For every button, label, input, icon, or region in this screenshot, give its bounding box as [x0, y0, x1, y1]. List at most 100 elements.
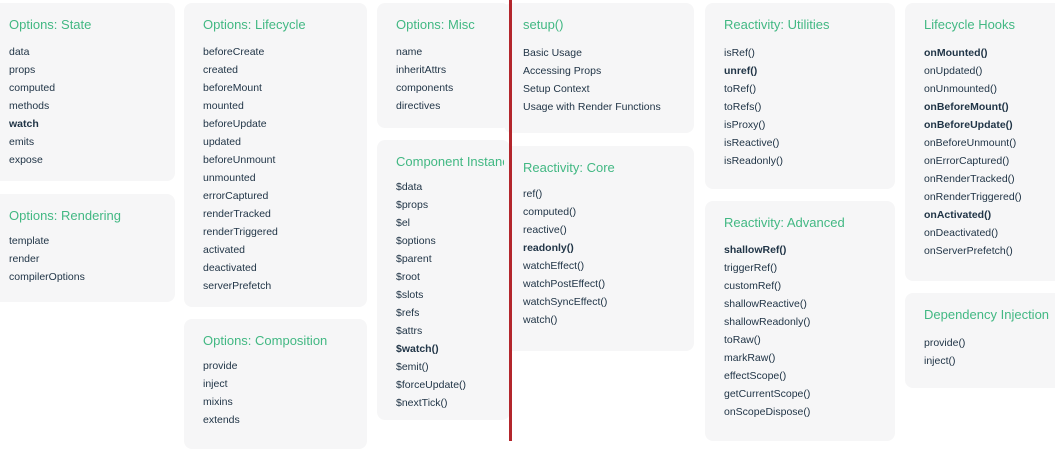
card-options-state: Options: State data props computed metho… [0, 3, 175, 181]
api-link-is-ref[interactable]: isRef() [724, 47, 755, 59]
api-link-components[interactable]: components [396, 82, 453, 94]
api-link-watch-sync-effect[interactable]: watchSyncEffect() [523, 296, 607, 308]
api-link-watch[interactable]: $watch() [396, 343, 439, 355]
api-link-watch[interactable]: watch() [523, 314, 557, 326]
api-link-data[interactable]: data [9, 46, 29, 58]
api-link-on-scope-dispose[interactable]: onScopeDispose() [724, 406, 810, 418]
api-link-on-updated[interactable]: onUpdated() [924, 65, 982, 77]
api-link-custom-ref[interactable]: customRef() [724, 280, 781, 292]
api-link-on-error-captured[interactable]: onErrorCaptured() [924, 155, 1009, 167]
api-link-inject[interactable]: inject [203, 378, 228, 390]
api-link-options[interactable]: $options [396, 235, 436, 247]
api-link-root[interactable]: $root [396, 271, 420, 283]
api-link-on-mounted[interactable]: onMounted() [924, 47, 988, 59]
api-link-render[interactable]: render [9, 253, 39, 265]
api-link-to-refs[interactable]: toRefs() [724, 101, 761, 113]
api-link-next-tick[interactable]: $nextTick() [396, 397, 448, 409]
api-link-before-unmount[interactable]: beforeUnmount [203, 154, 275, 166]
api-link-parent[interactable]: $parent [396, 253, 432, 265]
api-link-attrs[interactable]: $attrs [396, 325, 422, 337]
api-link-shallow-readonly[interactable]: shallowReadonly() [724, 316, 810, 328]
api-link-inherit-attrs[interactable]: inheritAttrs [396, 64, 446, 76]
api-link-mark-raw[interactable]: markRaw() [724, 352, 775, 364]
api-link-updated[interactable]: updated [203, 136, 241, 148]
api-link-compiler-options[interactable]: compilerOptions [9, 271, 85, 283]
api-link-watch-post-effect[interactable]: watchPostEffect() [523, 278, 605, 290]
api-link-effect-scope[interactable]: effectScope() [724, 370, 786, 382]
api-link-extends[interactable]: extends [203, 414, 240, 426]
api-link-shallow-reactive[interactable]: shallowReactive() [724, 298, 807, 310]
api-link-methods[interactable]: methods [9, 100, 49, 112]
api-link-before-create[interactable]: beforeCreate [203, 46, 264, 58]
api-link-name[interactable]: name [396, 46, 422, 58]
api-link-created[interactable]: created [203, 64, 238, 76]
card-title: Options: Composition [203, 333, 328, 348]
api-link-activated[interactable]: activated [203, 244, 245, 256]
api-link-slots[interactable]: $slots [396, 289, 423, 301]
api-link-computed[interactable]: computed [9, 82, 55, 94]
api-link-is-proxy[interactable]: isProxy() [724, 119, 765, 131]
api-link-usage-with-render-functions[interactable]: Usage with Render Functions [523, 101, 661, 113]
api-link-ref[interactable]: ref() [523, 188, 542, 200]
api-link-list: isRef() unref() toRef() toRefs() isProxy… [724, 44, 783, 170]
api-link-inject[interactable]: inject() [924, 355, 956, 367]
api-link-on-before-mount[interactable]: onBeforeMount() [924, 101, 1009, 113]
api-link-directives[interactable]: directives [396, 100, 440, 112]
api-link-data[interactable]: $data [396, 181, 422, 193]
api-link-before-mount[interactable]: beforeMount [203, 82, 262, 94]
api-link-on-render-tracked[interactable]: onRenderTracked() [924, 173, 1015, 185]
api-link-watch-effect[interactable]: watchEffect() [523, 260, 584, 272]
api-link-el[interactable]: $el [396, 217, 410, 229]
api-link-to-ref[interactable]: toRef() [724, 83, 756, 95]
api-link-shallow-ref[interactable]: shallowRef() [724, 244, 786, 256]
api-link-expose[interactable]: expose [9, 154, 43, 166]
api-link-force-update[interactable]: $forceUpdate() [396, 379, 466, 391]
card-options-rendering: Options: Rendering template render compi… [0, 194, 175, 302]
api-link-emit[interactable]: $emit() [396, 361, 429, 373]
api-link-is-readonly[interactable]: isReadonly() [724, 155, 783, 167]
api-link-mixins[interactable]: mixins [203, 396, 233, 408]
api-link-provide[interactable]: provide() [924, 337, 965, 349]
api-link-list: onMounted() onUpdated() onUnmounted() on… [924, 44, 1022, 260]
api-link-trigger-ref[interactable]: triggerRef() [724, 262, 777, 274]
api-link-basic-usage[interactable]: Basic Usage [523, 47, 582, 59]
api-link-list: data props computed methods watch emits … [9, 43, 55, 169]
card-options-lifecycle: Options: Lifecycle beforeCreate created … [184, 3, 367, 307]
api-link-reactive[interactable]: reactive() [523, 224, 567, 236]
api-link-to-raw[interactable]: toRaw() [724, 334, 761, 346]
api-link-server-prefetch[interactable]: serverPrefetch [203, 280, 271, 292]
api-link-on-before-unmount[interactable]: onBeforeUnmount() [924, 137, 1016, 149]
api-link-on-unmounted[interactable]: onUnmounted() [924, 83, 997, 95]
api-link-get-current-scope[interactable]: getCurrentScope() [724, 388, 810, 400]
api-link-unmounted[interactable]: unmounted [203, 172, 256, 184]
api-link-computed[interactable]: computed() [523, 206, 576, 218]
api-link-is-reactive[interactable]: isReactive() [724, 137, 779, 149]
api-link-on-server-prefetch[interactable]: onServerPrefetch() [924, 245, 1013, 257]
api-link-on-before-update[interactable]: onBeforeUpdate() [924, 119, 1013, 131]
api-link-list: provide() inject() [924, 334, 965, 370]
api-link-readonly[interactable]: readonly() [523, 242, 574, 254]
api-link-watch[interactable]: watch [9, 118, 39, 130]
api-link-error-captured[interactable]: errorCaptured [203, 190, 268, 202]
api-link-props[interactable]: $props [396, 199, 428, 211]
api-link-render-tracked[interactable]: renderTracked [203, 208, 271, 220]
card-options-composition: Options: Composition provide inject mixi… [184, 319, 367, 449]
api-link-before-update[interactable]: beforeUpdate [203, 118, 267, 130]
api-link-deactivated[interactable]: deactivated [203, 262, 257, 274]
card-title: setup() [523, 17, 564, 32]
api-link-setup-context[interactable]: Setup Context [523, 83, 590, 95]
api-link-template[interactable]: template [9, 235, 49, 247]
api-link-on-deactivated[interactable]: onDeactivated() [924, 227, 998, 239]
card-options-misc: Options: Misc name inheritAttrs componen… [377, 3, 510, 128]
card-title: Options: State [9, 17, 92, 32]
api-link-unref[interactable]: unref() [724, 65, 757, 77]
api-link-refs[interactable]: $refs [396, 307, 419, 319]
api-link-mounted[interactable]: mounted [203, 100, 244, 112]
api-link-emits[interactable]: emits [9, 136, 34, 148]
api-link-accessing-props[interactable]: Accessing Props [523, 65, 601, 77]
api-link-on-render-triggered[interactable]: onRenderTriggered() [924, 191, 1022, 203]
api-link-provide[interactable]: provide [203, 360, 237, 372]
api-link-render-triggered[interactable]: renderTriggered [203, 226, 278, 238]
api-link-props[interactable]: props [9, 64, 35, 76]
api-link-on-activated[interactable]: onActivated() [924, 209, 991, 221]
